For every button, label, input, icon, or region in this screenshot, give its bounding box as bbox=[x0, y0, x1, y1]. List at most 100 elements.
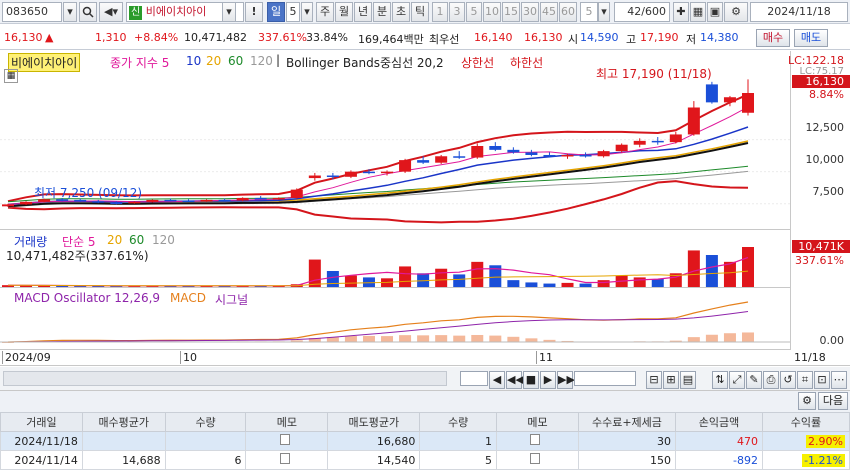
buy-button[interactable]: 매수 bbox=[756, 29, 790, 47]
name-dropdown-button[interactable]: ▾ bbox=[222, 2, 236, 22]
search-icon[interactable] bbox=[79, 2, 97, 22]
memo-icon[interactable] bbox=[246, 432, 328, 451]
zoom-in-icon[interactable]: ⊞ bbox=[663, 371, 679, 389]
period-tick-button[interactable]: 틱 bbox=[411, 2, 429, 22]
candle-body bbox=[417, 160, 429, 163]
interval-5-button[interactable]: 5 bbox=[466, 2, 482, 22]
save-icon[interactable]: ▣ bbox=[707, 2, 723, 22]
col-header: 수량 bbox=[420, 413, 497, 432]
volume-bar bbox=[399, 266, 411, 287]
prev-icon[interactable]: ◀ bbox=[489, 371, 505, 389]
gear-icon[interactable]: ⚙ bbox=[724, 2, 748, 22]
cell-buy-avg bbox=[82, 432, 165, 451]
interval-1-button[interactable]: 1 bbox=[432, 2, 448, 22]
candle-body bbox=[327, 176, 339, 178]
speaker-icon[interactable]: ◀▾ bbox=[99, 2, 123, 22]
code-dropdown-button[interactable]: ▾ bbox=[63, 2, 77, 22]
volume-bar bbox=[309, 260, 321, 287]
volume-bar bbox=[453, 274, 465, 287]
volume-bar bbox=[471, 262, 483, 287]
volume-bar bbox=[525, 282, 537, 287]
period-month-button[interactable]: 월 bbox=[335, 2, 353, 22]
macd-osc-bar bbox=[435, 335, 447, 342]
period-second-button[interactable]: 초 bbox=[392, 2, 410, 22]
period-year-button[interactable]: 년 bbox=[354, 2, 372, 22]
table-row[interactable]: 2024/11/18 16,680 1 30 470 2.90% bbox=[1, 432, 850, 451]
grid-toggle-icon[interactable]: ▦ bbox=[4, 69, 18, 83]
date-field[interactable]: 2024/11/18 bbox=[750, 2, 848, 22]
more-icon[interactable]: ⋯ bbox=[831, 371, 847, 389]
period-week-button[interactable]: 주 bbox=[316, 2, 334, 22]
table-settings-icon[interactable]: ⚙ bbox=[798, 392, 816, 410]
stock-code-input[interactable]: 083650 bbox=[2, 2, 62, 22]
zoom-out-icon[interactable]: ⊟ bbox=[646, 371, 662, 389]
reset-icon[interactable]: ↺ bbox=[780, 371, 796, 389]
memo-icon[interactable] bbox=[497, 432, 579, 451]
zoom-slider[interactable] bbox=[574, 371, 636, 386]
interval-60-button[interactable]: 60 bbox=[559, 2, 577, 22]
cell-return: -1.21% bbox=[762, 451, 849, 470]
crosshair-icon[interactable]: ✚ bbox=[673, 2, 689, 22]
volume-bar bbox=[507, 280, 519, 287]
interval-custom-input[interactable]: 5 bbox=[580, 2, 598, 22]
grid-icon[interactable]: ▦ bbox=[690, 2, 706, 22]
volume-ratio: 337.61% bbox=[258, 31, 307, 44]
volume-bar bbox=[543, 284, 555, 287]
chart-scrollbar[interactable] bbox=[3, 371, 447, 386]
col-header: 수량 bbox=[165, 413, 246, 432]
expand-icon[interactable]: ⤢ bbox=[729, 371, 745, 389]
macd-osc-bar bbox=[363, 336, 375, 342]
interval-10-button[interactable]: 10 bbox=[483, 2, 501, 22]
volume-chart-pane[interactable]: 거래량 단순 5 20 60 120 10,471,482주(337.61%) bbox=[0, 230, 790, 288]
interval-30-button[interactable]: 30 bbox=[521, 2, 539, 22]
stop-icon[interactable]: ■ bbox=[523, 371, 539, 389]
current-price: 16,130 bbox=[4, 31, 43, 44]
period-value[interactable]: 5 bbox=[286, 2, 300, 22]
col-header: 매수평균가 bbox=[82, 413, 165, 432]
trade-amount: 169,464백만 bbox=[358, 31, 424, 47]
memo-icon[interactable] bbox=[497, 451, 579, 470]
bollinger-icon: | bbox=[276, 53, 286, 65]
rewind-icon[interactable]: ◀◀ bbox=[506, 371, 522, 389]
interval-3-button[interactable]: 3 bbox=[449, 2, 465, 22]
fast-forward-icon[interactable]: ▶▶ bbox=[557, 371, 573, 389]
period-minute-button[interactable]: 분 bbox=[373, 2, 391, 22]
nav-range-field[interactable] bbox=[460, 371, 488, 386]
high-price: 17,190 bbox=[640, 31, 679, 44]
layout-icon[interactable]: ⊡ bbox=[814, 371, 830, 389]
memo-icon[interactable] bbox=[246, 451, 328, 470]
table-row[interactable]: 2024/11/14 14,688 6 14,540 5 150 -892 -1… bbox=[1, 451, 850, 470]
cell-return: 2.90% bbox=[762, 432, 849, 451]
next-page-button[interactable]: 다음 bbox=[818, 392, 848, 410]
period-dropdown[interactable]: ▾ bbox=[301, 2, 313, 22]
data-count-field[interactable]: 42/600 bbox=[614, 2, 670, 22]
draw-icon[interactable]: ✎ bbox=[746, 371, 762, 389]
candle-body bbox=[471, 146, 483, 158]
volume-bar bbox=[435, 269, 447, 287]
macd-osc-bar bbox=[345, 336, 357, 342]
time-label: 2024/09 bbox=[2, 351, 51, 364]
interval-45-button[interactable]: 45 bbox=[540, 2, 558, 22]
macd-chart-pane[interactable]: MACD Oscillator 12,26,9 MACD 시그널 bbox=[0, 288, 790, 350]
macd-signal-line bbox=[8, 312, 748, 343]
last-change-pct: 8.84% bbox=[809, 88, 844, 101]
candle-body bbox=[164, 200, 176, 202]
period-day-button[interactable]: 일 bbox=[267, 2, 285, 22]
best-quote-label: 최우선 bbox=[429, 31, 459, 47]
price-chart-pane[interactable]: 비에이치아이 종가 지수 5 10 20 60 120 | Bollinger … bbox=[0, 51, 790, 230]
print-icon[interactable]: ⎙ bbox=[763, 371, 779, 389]
interval-dropdown[interactable]: ▾ bbox=[598, 2, 610, 22]
col-header: 수익률 bbox=[762, 413, 849, 432]
volume-bar bbox=[652, 279, 664, 287]
forward-icon[interactable]: ▶ bbox=[540, 371, 556, 389]
chart-nav-bar: ◀ ◀◀ ■ ▶ ▶▶ ⊟ ⊞ ▤ ⇅ ⤢ ✎ ⎙ ↺ ⌗ ⊡ ⋯ bbox=[0, 367, 850, 391]
sell-button[interactable]: 매도 bbox=[794, 29, 828, 47]
alert-button[interactable]: ! bbox=[245, 2, 263, 22]
split-icon[interactable]: ⇅ bbox=[712, 371, 728, 389]
indicator-icon[interactable]: ⌗ bbox=[797, 371, 813, 389]
col-header: 매도평균가 bbox=[328, 413, 420, 432]
up-arrow-icon: ▲ bbox=[45, 31, 53, 44]
candle-body bbox=[363, 172, 375, 174]
fit-icon[interactable]: ▤ bbox=[680, 371, 696, 389]
interval-15-button[interactable]: 15 bbox=[502, 2, 520, 22]
